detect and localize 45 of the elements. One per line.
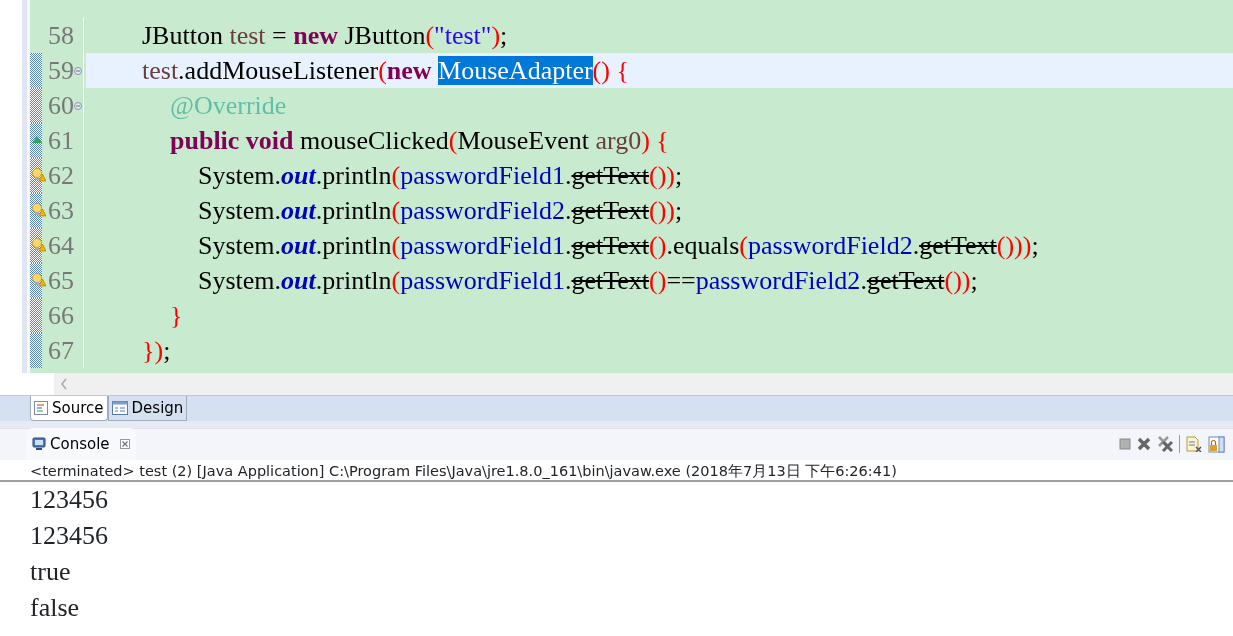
- horizontal-scrollbar[interactable]: [54, 373, 1233, 395]
- line-number: 63: [47, 195, 74, 227]
- source-file-icon: [34, 401, 48, 415]
- lightbulb-warning-icon[interactable]: [32, 238, 46, 252]
- collapse-icon[interactable]: [74, 66, 82, 75]
- code-line: });: [141, 335, 172, 367]
- line-number: 59: [47, 55, 74, 87]
- line-number: 61: [47, 125, 74, 157]
- line-number: 60: [47, 90, 74, 122]
- line-number: 67: [47, 335, 74, 367]
- code-line: @Override: [169, 90, 288, 122]
- lightbulb-warning-icon[interactable]: [32, 273, 46, 287]
- code-line: System.out.println(passwordField1.getText()==passwordField2.getText());: [197, 265, 979, 297]
- code-line: }: [169, 300, 184, 332]
- stop-icon[interactable]: [1119, 438, 1131, 450]
- console-output-line: 123456: [30, 484, 109, 516]
- line-number: 66: [47, 300, 74, 332]
- remove-all-icon[interactable]: [1157, 436, 1173, 452]
- console-output-line: 123456: [30, 520, 109, 552]
- code-line: public void mouseClicked(MouseEvent arg0) {: [169, 125, 670, 157]
- editor-tab[interactable]: Source: [30, 396, 108, 421]
- remove-icon[interactable]: [1137, 437, 1151, 451]
- lightbulb-warning-icon[interactable]: [32, 203, 46, 217]
- line-number: 58: [47, 20, 74, 52]
- console-output-line: true: [30, 556, 72, 588]
- line-number: 65: [47, 265, 74, 297]
- scroll-left-icon[interactable]: [60, 378, 68, 390]
- clear-page-icon[interactable]: [1186, 436, 1202, 452]
- editor-tab[interactable]: Design: [107, 396, 188, 421]
- code-line: System.out.println(passwordField1.getText());: [197, 160, 684, 192]
- line-number: 64: [47, 230, 74, 262]
- monitor-icon: [32, 437, 46, 451]
- console-status: <terminated> test (2) [Java Application] C:\Program Files\Java\jre1.8.0_161\bin\javaw.exe (2018年7月13日 下午6:26:41): [0, 460, 1233, 482]
- line-number: 62: [47, 160, 74, 192]
- code-line: JButton test = new JButton("test");: [141, 20, 509, 52]
- triangle-icon[interactable]: [32, 135, 42, 143]
- console-output-line: false: [30, 592, 81, 624]
- form-layout-icon: [111, 401, 128, 415]
- close-icon[interactable]: [119, 439, 130, 449]
- padlock-icon[interactable]: [1208, 435, 1225, 453]
- code-line: System.out.println(passwordField1.getText().equals(passwordField2.getText()));: [197, 230, 1040, 262]
- lightbulb-warning-icon[interactable]: [32, 168, 46, 182]
- code-line: System.out.println(passwordField2.getText());: [197, 195, 684, 227]
- collapse-icon[interactable]: [74, 101, 82, 110]
- console-tab[interactable]: Console: [26, 428, 136, 460]
